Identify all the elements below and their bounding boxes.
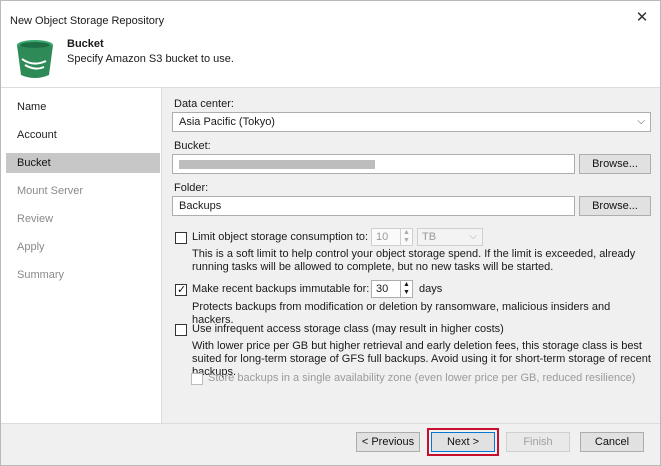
chevron-down-icon: ⌵: [469, 231, 477, 242]
cancel-button[interactable]: Cancel: [580, 432, 644, 452]
limit-value-stepper: 10 ▲ ▼: [371, 228, 413, 246]
bucket-label: Bucket:: [174, 140, 211, 152]
wizard-footer: < Previous Next > Finish Cancel: [1, 423, 660, 465]
next-button[interactable]: Next >: [427, 428, 499, 456]
sidebar-item-bucket[interactable]: Bucket: [6, 153, 160, 173]
sidebar-item-mount-server: Mount Server: [17, 185, 84, 197]
stepper-arrows-icon: ▲ ▼: [400, 229, 412, 245]
limit-description: This is a soft limit to help control you…: [192, 248, 636, 273]
immutable-checkbox[interactable]: ✓: [175, 284, 187, 296]
browse-bucket-button[interactable]: Browse...: [579, 154, 651, 174]
bucket-field[interactable]: [172, 154, 575, 174]
checkmark-icon: ✓: [177, 284, 187, 296]
page-title: Bucket: [67, 38, 104, 50]
window-title: New Object Storage Repository: [10, 15, 165, 27]
limit-value: 10: [376, 231, 389, 243]
limit-unit-select: TB ⌵: [417, 228, 483, 246]
sidebar-item-summary: Summary: [17, 269, 65, 281]
stepper-arrows-icon[interactable]: ▲ ▼: [400, 281, 412, 297]
datacenter-label: Data center:: [174, 98, 234, 110]
infrequent-access-checkbox[interactable]: [175, 324, 187, 336]
bucket-settings-panel: Data center: Asia Pacific (Tokyo) ⌵ Buck…: [161, 87, 660, 423]
immutable-days-value: 30: [376, 283, 389, 295]
limit-consumption-label: Limit object storage consumption to:: [192, 231, 369, 243]
datacenter-value: Asia Pacific (Tokyo): [179, 116, 275, 128]
page-subtitle: Specify Amazon S3 bucket to use.: [67, 53, 234, 65]
single-zone-checkbox: [191, 373, 203, 385]
previous-button[interactable]: < Previous: [356, 432, 420, 452]
wizard-steps-sidebar: Name Account Bucket Mount Server Review …: [1, 87, 161, 423]
immutable-unit: days: [419, 283, 443, 295]
limit-consumption-checkbox[interactable]: [175, 232, 187, 244]
folder-field[interactable]: Backups: [172, 196, 575, 216]
close-icon[interactable]: ✕: [634, 10, 650, 27]
sidebar-item-account[interactable]: Account: [6, 125, 160, 145]
browse-folder-button[interactable]: Browse...: [579, 196, 651, 216]
finish-button: Finish: [506, 432, 570, 452]
redacted-bucket-name: [179, 160, 375, 169]
immutable-days-stepper[interactable]: 30 ▲ ▼: [371, 280, 413, 298]
title-bar: New Object Storage Repository ✕: [1, 1, 660, 31]
folder-label: Folder:: [174, 182, 209, 194]
sidebar-item-name[interactable]: Name: [6, 97, 160, 117]
datacenter-select[interactable]: Asia Pacific (Tokyo) ⌵: [172, 112, 651, 132]
single-zone-label: Store backups in a single availability z…: [208, 372, 636, 384]
bucket-icon: [17, 40, 53, 78]
sidebar-item-review: Review: [17, 213, 54, 225]
sidebar-item-apply: Apply: [17, 241, 45, 253]
wizard-window: New Object Storage Repository ✕ Bucket S…: [0, 0, 661, 466]
chevron-down-icon: ⌵: [637, 116, 645, 127]
wizard-header: Bucket Specify Amazon S3 bucket to use.: [1, 31, 660, 87]
limit-unit: TB: [422, 231, 437, 243]
infrequent-access-label: Use infrequent access storage class (may…: [192, 323, 504, 335]
immutable-label: Make recent backups immutable for:: [192, 283, 370, 295]
folder-value: Backups: [179, 200, 222, 212]
